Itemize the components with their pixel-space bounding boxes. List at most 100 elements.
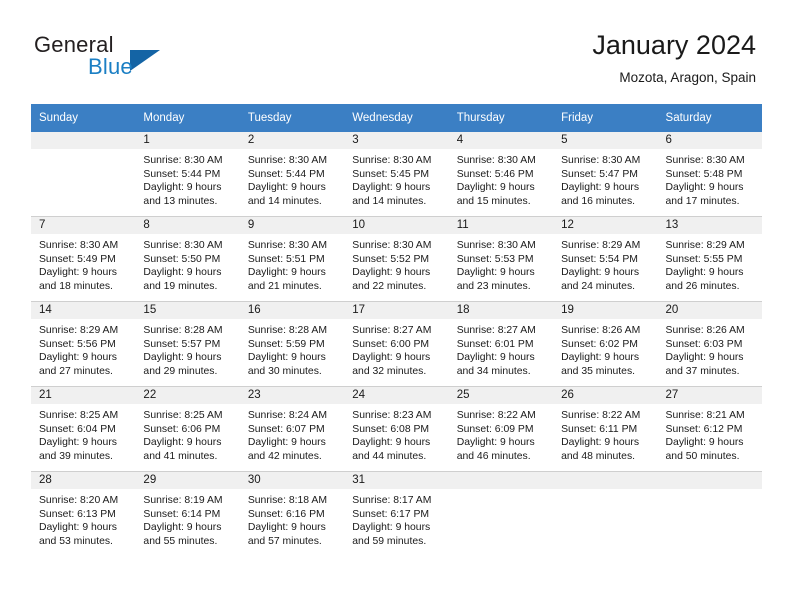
sunset-text: Sunset: 6:02 PM <box>561 338 638 350</box>
daylight-text-line2: and 17 minutes. <box>665 195 740 207</box>
day-number: 11 <box>448 217 554 234</box>
day-cell[interactable] <box>657 471 762 556</box>
weekday-header-friday: Friday <box>553 104 658 132</box>
day-cell[interactable]: 6 Sunrise: 8:30 AM Sunset: 5:48 PM Dayli… <box>657 132 762 217</box>
sunrise-text: Sunrise: 8:27 AM <box>352 325 432 336</box>
sunrise-text: Sunrise: 8:30 AM <box>561 155 641 166</box>
day-cell[interactable]: 15 Sunrise: 8:28 AM Sunset: 5:57 PM Dayl… <box>135 301 240 387</box>
sunrise-text: Sunrise: 8:28 AM <box>143 325 223 336</box>
sunset-text: Sunset: 6:09 PM <box>456 423 534 435</box>
day-cell[interactable]: 13 Sunrise: 8:29 AM Sunset: 5:55 PM Dayl… <box>657 216 762 302</box>
daylight-text-line1: Daylight: 9 hours <box>561 352 640 364</box>
day-cell[interactable]: 2 Sunrise: 8:30 AM Sunset: 5:44 PM Dayli… <box>239 132 345 217</box>
sunset-text: Sunset: 6:13 PM <box>39 508 116 520</box>
day-cell[interactable]: 20 Sunrise: 8:26 AM Sunset: 6:03 PM Dayl… <box>657 301 762 387</box>
day-details: Sunrise: 8:17 AM Sunset: 6:17 PM Dayligh… <box>344 489 448 548</box>
brand-name-blue: Blue <box>88 54 133 79</box>
page-header: General Blue January 2024 Mozota, Aragon… <box>0 0 792 100</box>
sunrise-text: Sunrise: 8:29 AM <box>665 240 745 251</box>
day-cell[interactable]: 9 Sunrise: 8:30 AM Sunset: 5:51 PM Dayli… <box>239 216 345 302</box>
day-cell[interactable]: 29 Sunrise: 8:19 AM Sunset: 6:14 PM Dayl… <box>135 471 240 556</box>
day-cell[interactable]: 19 Sunrise: 8:26 AM Sunset: 6:02 PM Dayl… <box>553 301 658 387</box>
day-cell[interactable]: 8 Sunrise: 8:30 AM Sunset: 5:50 PM Dayli… <box>135 216 240 302</box>
day-number: 26 <box>553 387 658 404</box>
day-details: Sunrise: 8:30 AM Sunset: 5:46 PM Dayligh… <box>449 149 553 208</box>
day-number: 13 <box>657 217 762 234</box>
day-cell[interactable]: 22 Sunrise: 8:25 AM Sunset: 6:06 PM Dayl… <box>135 386 240 472</box>
sunset-text: Sunset: 5:55 PM <box>665 253 743 265</box>
sunset-text: Sunset: 5:49 PM <box>39 253 116 265</box>
day-cell[interactable]: 5 Sunrise: 8:30 AM Sunset: 5:47 PM Dayli… <box>553 132 658 217</box>
day-cell[interactable]: 21 Sunrise: 8:25 AM Sunset: 6:04 PM Dayl… <box>31 386 136 472</box>
day-details: Sunrise: 8:19 AM Sunset: 6:14 PM Dayligh… <box>135 489 239 548</box>
day-details: Sunrise: 8:30 AM Sunset: 5:52 PM Dayligh… <box>344 234 448 293</box>
day-cell[interactable]: 11 Sunrise: 8:30 AM Sunset: 5:53 PM Dayl… <box>448 216 554 302</box>
day-details: Sunrise: 8:30 AM Sunset: 5:49 PM Dayligh… <box>31 234 135 293</box>
day-number: 6 <box>657 132 762 149</box>
day-details: Sunrise: 8:26 AM Sunset: 6:02 PM Dayligh… <box>553 319 657 378</box>
daylight-text-line1: Daylight: 9 hours <box>143 182 222 194</box>
day-cell[interactable] <box>553 471 658 556</box>
day-details: Sunrise: 8:26 AM Sunset: 6:03 PM Dayligh… <box>658 319 762 378</box>
day-cell[interactable]: 7 Sunrise: 8:30 AM Sunset: 5:49 PM Dayli… <box>31 216 136 302</box>
day-cell[interactable]: 10 Sunrise: 8:30 AM Sunset: 5:52 PM Dayl… <box>344 216 449 302</box>
day-details: Sunrise: 8:28 AM Sunset: 5:59 PM Dayligh… <box>240 319 344 378</box>
daylight-text-line1: Daylight: 9 hours <box>561 437 640 449</box>
day-cell[interactable]: 27 Sunrise: 8:21 AM Sunset: 6:12 PM Dayl… <box>657 386 762 472</box>
day-cell[interactable]: 23 Sunrise: 8:24 AM Sunset: 6:07 PM Dayl… <box>239 386 345 472</box>
brand-logo[interactable]: General Blue <box>34 32 274 88</box>
sunrise-text: Sunrise: 8:25 AM <box>143 410 223 421</box>
sunset-text: Sunset: 5:45 PM <box>352 168 430 180</box>
weekday-header-monday: Monday <box>135 104 240 132</box>
sunrise-text: Sunrise: 8:26 AM <box>665 325 745 336</box>
sunrise-text: Sunrise: 8:21 AM <box>665 410 745 421</box>
day-details <box>553 489 657 494</box>
sunrise-text: Sunrise: 8:30 AM <box>352 155 432 166</box>
day-cell[interactable]: 17 Sunrise: 8:27 AM Sunset: 6:00 PM Dayl… <box>344 301 449 387</box>
day-cell[interactable]: 24 Sunrise: 8:23 AM Sunset: 6:08 PM Dayl… <box>344 386 449 472</box>
daylight-text-line2: and 23 minutes. <box>456 280 531 292</box>
daylight-text-line2: and 57 minutes. <box>247 535 322 547</box>
weekday-header-saturday: Saturday <box>657 104 762 132</box>
daylight-text-line2: and 55 minutes. <box>143 535 218 547</box>
day-number: 8 <box>135 217 240 234</box>
day-cell[interactable]: 30 Sunrise: 8:18 AM Sunset: 6:16 PM Dayl… <box>239 471 345 556</box>
daylight-text-line1: Daylight: 9 hours <box>143 352 222 364</box>
day-number <box>448 472 554 489</box>
day-number: 21 <box>31 387 136 404</box>
day-cell[interactable]: 12 Sunrise: 8:29 AM Sunset: 5:54 PM Dayl… <box>553 216 658 302</box>
sunrise-text: Sunrise: 8:19 AM <box>143 495 223 506</box>
day-cell[interactable]: 1 Sunrise: 8:30 AM Sunset: 5:44 PM Dayli… <box>135 132 240 217</box>
daylight-text-line1: Daylight: 9 hours <box>247 182 326 194</box>
sunset-text: Sunset: 5:51 PM <box>247 253 325 265</box>
daylight-text-line1: Daylight: 9 hours <box>143 267 222 279</box>
day-details: Sunrise: 8:21 AM Sunset: 6:12 PM Dayligh… <box>658 404 762 463</box>
weekday-header-sunday: Sunday <box>31 104 136 132</box>
day-details: Sunrise: 8:30 AM Sunset: 5:47 PM Dayligh… <box>553 149 657 208</box>
daylight-text-line2: and 13 minutes. <box>143 195 218 207</box>
sunrise-text: Sunrise: 8:18 AM <box>247 495 327 506</box>
day-cell[interactable]: 26 Sunrise: 8:22 AM Sunset: 6:11 PM Dayl… <box>553 386 658 472</box>
day-cell[interactable]: 25 Sunrise: 8:22 AM Sunset: 6:09 PM Dayl… <box>448 386 554 472</box>
sunset-text: Sunset: 5:59 PM <box>247 338 325 350</box>
day-number: 25 <box>448 387 554 404</box>
day-cell[interactable] <box>448 471 554 556</box>
day-cell[interactable]: 28 Sunrise: 8:20 AM Sunset: 6:13 PM Dayl… <box>31 471 136 556</box>
day-cell[interactable]: 4 Sunrise: 8:30 AM Sunset: 5:46 PM Dayli… <box>448 132 554 217</box>
daylight-text-line1: Daylight: 9 hours <box>352 522 431 534</box>
sunrise-text: Sunrise: 8:30 AM <box>39 240 119 251</box>
day-details: Sunrise: 8:28 AM Sunset: 5:57 PM Dayligh… <box>135 319 239 378</box>
day-cell[interactable]: 14 Sunrise: 8:29 AM Sunset: 5:56 PM Dayl… <box>31 301 136 387</box>
page-subtitle: Mozota, Aragon, Spain <box>619 70 756 85</box>
day-cell[interactable]: 31 Sunrise: 8:17 AM Sunset: 6:17 PM Dayl… <box>344 471 449 556</box>
sunset-text: Sunset: 6:01 PM <box>456 338 534 350</box>
day-details: Sunrise: 8:25 AM Sunset: 6:06 PM Dayligh… <box>135 404 239 463</box>
day-cell[interactable] <box>31 132 136 217</box>
sunrise-text: Sunrise: 8:25 AM <box>39 410 119 421</box>
daylight-text-line2: and 15 minutes. <box>456 195 531 207</box>
day-cell[interactable]: 3 Sunrise: 8:30 AM Sunset: 5:45 PM Dayli… <box>344 132 449 217</box>
day-cell[interactable]: 18 Sunrise: 8:27 AM Sunset: 6:01 PM Dayl… <box>448 301 554 387</box>
daylight-text-line1: Daylight: 9 hours <box>352 352 431 364</box>
day-number: 3 <box>344 132 449 149</box>
day-cell[interactable]: 16 Sunrise: 8:28 AM Sunset: 5:59 PM Dayl… <box>239 301 345 387</box>
